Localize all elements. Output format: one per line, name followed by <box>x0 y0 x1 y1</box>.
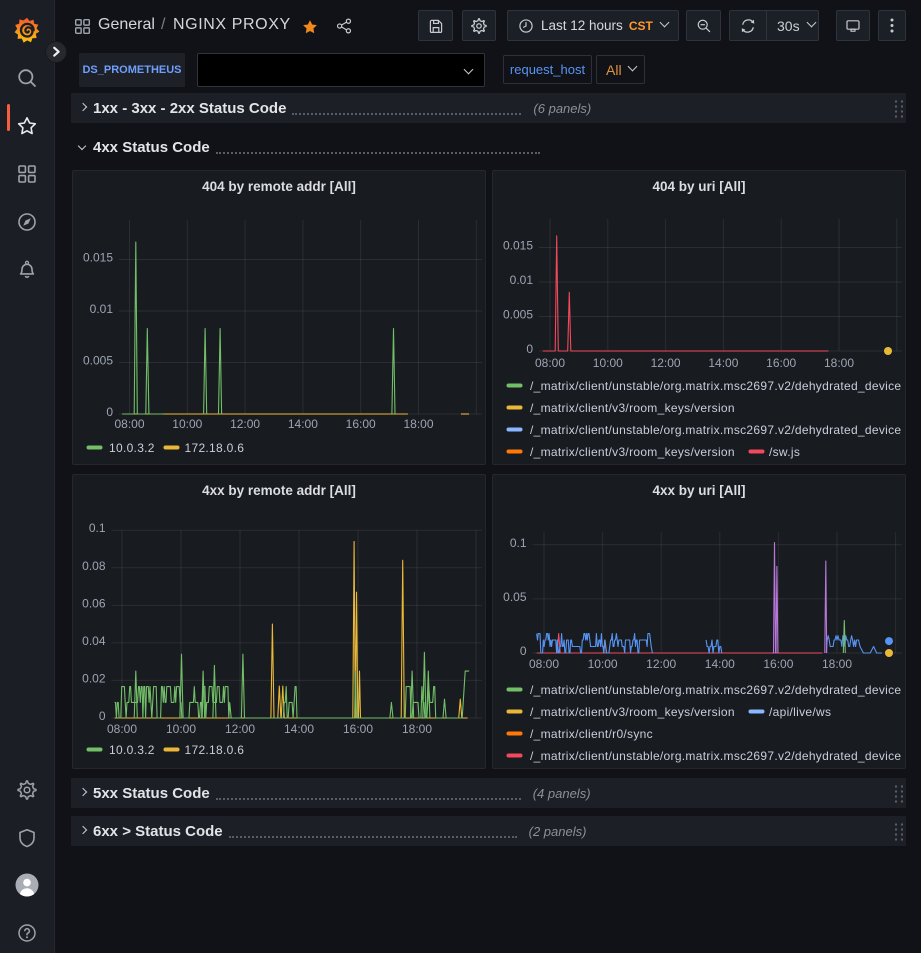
svg-text:/_matrix/client/unstable/org.m: /_matrix/client/unstable/org.matrix.msc2… <box>530 683 901 697</box>
svg-text:16:00: 16:00 <box>763 657 793 671</box>
svg-text:14:00: 14:00 <box>705 657 735 671</box>
svg-text:172.18.0.6: 172.18.0.6 <box>185 441 245 455</box>
svg-text:0.08: 0.08 <box>82 559 106 573</box>
svg-text:16:00: 16:00 <box>766 356 796 370</box>
svg-text:/_matrix/client/v3/room_keys/v: /_matrix/client/v3/room_keys/version <box>530 445 735 459</box>
svg-text:0.04: 0.04 <box>82 634 106 648</box>
svg-text:08:00: 08:00 <box>107 722 137 736</box>
svg-text:10:00: 10:00 <box>172 417 202 431</box>
svg-text:16:00: 16:00 <box>346 417 376 431</box>
svg-text:18:00: 18:00 <box>402 722 432 736</box>
svg-text:/_matrix/client/v3/room_keys/v: /_matrix/client/v3/room_keys/version <box>530 401 735 415</box>
svg-text:14:00: 14:00 <box>708 356 738 370</box>
svg-text:172.18.0.6: 172.18.0.6 <box>185 743 245 757</box>
svg-text:10:00: 10:00 <box>593 356 623 370</box>
svg-text:0.1: 0.1 <box>89 521 106 535</box>
svg-text:0: 0 <box>106 405 113 419</box>
svg-text:0.005: 0.005 <box>83 354 113 368</box>
svg-text:12:00: 12:00 <box>651 356 681 370</box>
svg-text:0.01: 0.01 <box>510 273 534 287</box>
svg-text:0.005: 0.005 <box>503 308 533 322</box>
svg-text:/_matrix/client/unstable/org.m: /_matrix/client/unstable/org.matrix.msc2… <box>530 749 901 763</box>
svg-text:08:00: 08:00 <box>529 657 559 671</box>
svg-text:10:00: 10:00 <box>588 657 618 671</box>
svg-text:18:00: 18:00 <box>824 356 854 370</box>
svg-text:08:00: 08:00 <box>114 417 144 431</box>
svg-text:18:00: 18:00 <box>403 417 433 431</box>
svg-text:0.015: 0.015 <box>83 251 113 265</box>
svg-text:14:00: 14:00 <box>288 417 318 431</box>
svg-text:/_matrix/client/unstable/org.m: /_matrix/client/unstable/org.matrix.msc2… <box>530 379 901 393</box>
svg-text:0.01: 0.01 <box>90 302 114 316</box>
svg-text:/_matrix/client/unstable/org.m: /_matrix/client/unstable/org.matrix.msc2… <box>530 423 901 437</box>
svg-text:10:00: 10:00 <box>166 722 196 736</box>
svg-text:/sw.js: /sw.js <box>769 445 800 459</box>
svg-text:0: 0 <box>99 709 106 723</box>
svg-text:12:00: 12:00 <box>646 657 676 671</box>
svg-text:/_matrix/client/v3/room_keys/v: /_matrix/client/v3/room_keys/version <box>530 705 735 719</box>
svg-text:12:00: 12:00 <box>230 417 260 431</box>
svg-text:14:00: 14:00 <box>284 722 314 736</box>
svg-text:0.015: 0.015 <box>503 239 533 253</box>
svg-text:0.05: 0.05 <box>503 590 527 604</box>
svg-text:08:00: 08:00 <box>535 356 565 370</box>
svg-text:0: 0 <box>526 342 533 356</box>
svg-text:/_matrix/client/r0/sync: /_matrix/client/r0/sync <box>530 727 653 741</box>
svg-text:16:00: 16:00 <box>343 722 373 736</box>
svg-text:0: 0 <box>520 644 527 658</box>
svg-text:0.1: 0.1 <box>510 536 527 550</box>
svg-text:18:00: 18:00 <box>822 657 852 671</box>
svg-text:10.0.3.2: 10.0.3.2 <box>109 743 155 757</box>
svg-text:12:00: 12:00 <box>225 722 255 736</box>
svg-text:0.06: 0.06 <box>82 596 106 610</box>
svg-text:0.02: 0.02 <box>82 671 106 685</box>
svg-text:10.0.3.2: 10.0.3.2 <box>109 441 155 455</box>
svg-text:/api/live/ws: /api/live/ws <box>769 705 831 719</box>
